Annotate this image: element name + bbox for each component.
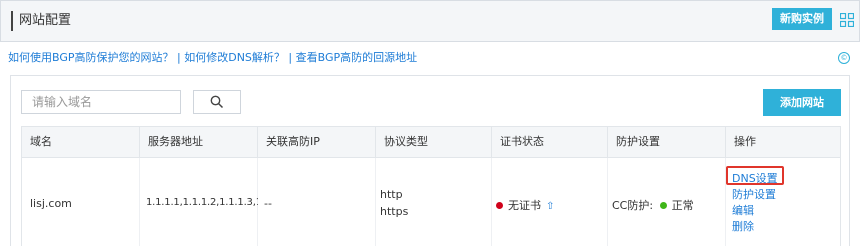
protection-setting-link[interactable]: 防护设置 <box>732 186 776 202</box>
cell-actions: DNS设置 防护设置 编辑 删除 <box>726 166 832 246</box>
upload-icon[interactable]: ⇧ <box>546 201 554 212</box>
help-separator: | <box>288 51 293 64</box>
cell-server-address: 1.1.1.1,1.1.1.2,1.1.1.3,1.1 <box>146 197 258 208</box>
protection-status-text: 正常 <box>671 199 694 212</box>
site-table: 域名 服务器地址 关联高防IP 协议类型 证书状态 防护设置 操作 lisj.c… <box>21 126 841 246</box>
cell-protocol-http: http <box>380 188 403 201</box>
domain-search-input[interactable] <box>21 90 181 114</box>
cell-protocol-https: https <box>380 205 409 218</box>
column-header-protocol: 协议类型 <box>376 127 492 157</box>
column-divider <box>139 158 140 246</box>
page-title: 网站配置 <box>19 13 72 28</box>
column-header-protection: 防护设置 <box>608 127 726 157</box>
new-instance-button[interactable]: 新购实例 <box>772 8 832 30</box>
column-divider <box>375 158 376 246</box>
column-header-associated-ip: 关联高防IP <box>258 127 376 157</box>
cell-associated-ip: -- <box>264 197 272 210</box>
dns-setting-link[interactable]: DNS设置 <box>732 170 778 186</box>
help-links: 如何使用BGP高防保护您的网站？ | 如何修改DNS解析？ | 查看BGP高防的… <box>8 51 417 65</box>
help-separator: | <box>177 51 181 64</box>
grid-icon[interactable] <box>839 12 855 28</box>
cell-domain: lisj.com <box>30 197 72 210</box>
info-icon[interactable]: © <box>838 52 850 64</box>
help-link-bgp-protect[interactable]: 如何使用BGP高防保护您的网站？ <box>8 51 174 64</box>
help-link-origin-address[interactable]: 查看BGP高防的回源地址 <box>296 51 418 64</box>
column-header-domain: 域名 <box>22 127 140 157</box>
cert-status-text: 无证书 <box>508 199 541 212</box>
site-panel: 添加网站 域名 服务器地址 关联高防IP 协议类型 证书状态 防护设置 操作 l… <box>10 75 850 246</box>
column-header-actions: 操作 <box>734 135 756 148</box>
cert-status-dot <box>496 202 503 209</box>
column-divider <box>607 158 608 246</box>
column-header-cert-status: 证书状态 <box>492 127 608 157</box>
protection-status-dot <box>659 202 667 209</box>
table-row: lisj.com 1.1.1.1,1.1.1.2,1.1.1.3,1.1 -- … <box>21 158 841 246</box>
add-site-button[interactable]: 添加网站 <box>763 89 841 116</box>
cell-cert-status: 无证书 ⇧ <box>496 197 554 213</box>
title-accent-bar <box>11 11 13 31</box>
cell-protection: CC防护: 正常 <box>612 197 694 213</box>
column-divider <box>491 158 492 246</box>
search-button[interactable] <box>193 90 241 114</box>
delete-link[interactable]: 删除 <box>732 218 754 234</box>
search-icon <box>210 95 224 109</box>
help-link-dns[interactable]: 如何修改DNS解析？ <box>184 51 285 64</box>
page-header: 网站配置 新购实例 <box>0 0 860 42</box>
protection-label: CC防护: <box>612 199 654 212</box>
edit-link[interactable]: 编辑 <box>732 202 754 218</box>
table-header: 域名 服务器地址 关联高防IP 协议类型 证书状态 防护设置 操作 <box>21 126 841 158</box>
column-header-server-address: 服务器地址 <box>140 127 258 157</box>
